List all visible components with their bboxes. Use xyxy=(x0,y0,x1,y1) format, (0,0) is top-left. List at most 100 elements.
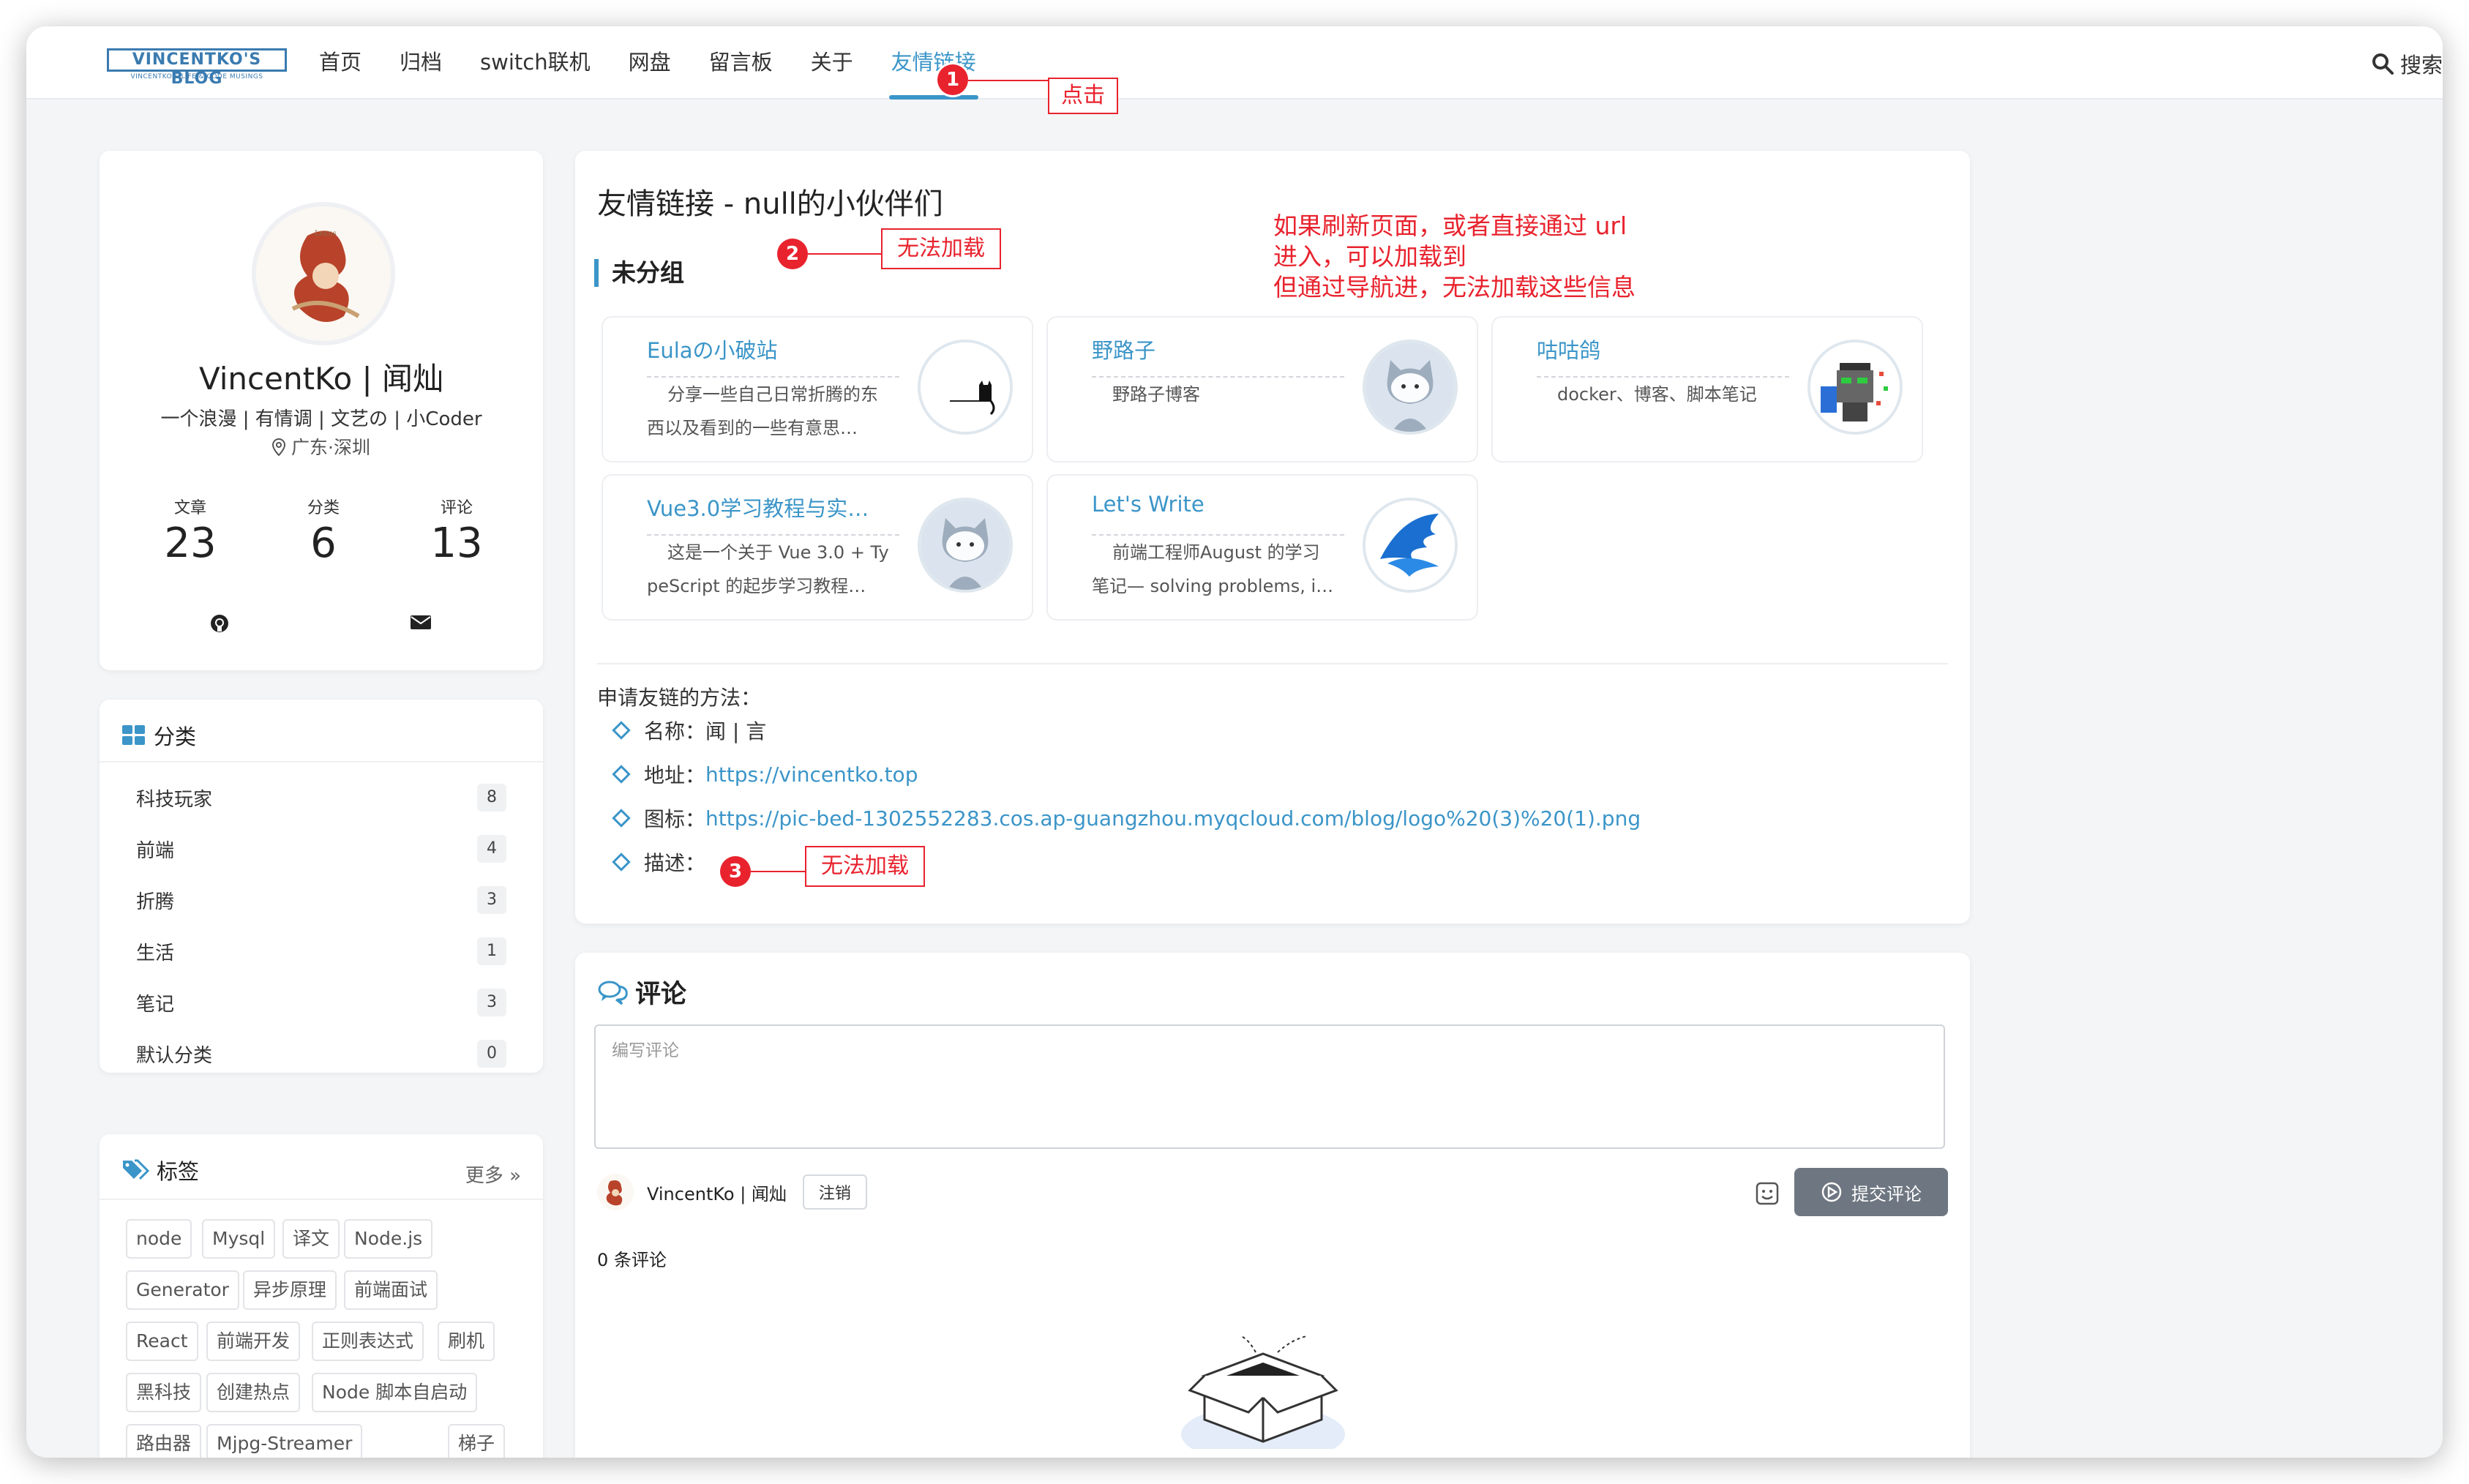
friend-desc-line1: 前端工程师August 的学习 xyxy=(1112,542,1320,563)
blog-logo[interactable]: VINCENTKO'S BLOG VINCENTKO'S LIFE & CODE… xyxy=(107,48,287,88)
stat-comments-label: 评论 xyxy=(440,499,473,517)
comment-textarea[interactable]: 编写评论 xyxy=(594,1024,1945,1149)
category-label: 笔记 xyxy=(136,993,175,1016)
category-item[interactable]: 科技玩家 8 xyxy=(136,783,506,812)
apply-value: 闻 | 言 xyxy=(705,719,767,743)
tag-chip[interactable]: Mysql xyxy=(202,1219,276,1259)
comments-card: 评论 编写评论 VincentKo | 闻灿 注销 提交评论 0 条评论 xyxy=(575,953,1970,1458)
friend-avatar xyxy=(918,498,1013,593)
friend-desc-line1: 这是一个关于 Vue 3.0 + Ty xyxy=(667,542,889,563)
tag-chip[interactable]: 黑科技 xyxy=(126,1373,202,1412)
category-count: 8 xyxy=(477,784,506,812)
profile-avatar[interactable]: Lexus xyxy=(252,202,395,345)
category-label: 生活 xyxy=(136,942,175,964)
friend-name: Eulaの小破站 xyxy=(647,338,778,363)
annotation-note-line2: 进入，可以加载到 xyxy=(1273,242,1466,271)
stat-articles[interactable]: 文章 23 xyxy=(132,495,249,567)
friend-card-yeluzi[interactable]: 野路子 野路子博客 xyxy=(1046,316,1478,462)
friend-card-eula[interactable]: Eulaの小破站 分享一些自己日常折腾的东 西以及看到的一些有意思… xyxy=(602,316,1033,462)
submit-comment-button[interactable]: 提交评论 xyxy=(1794,1168,1948,1216)
friend-desc-line1: 分享一些自己日常折腾的东 xyxy=(667,384,878,405)
friend-card-gugu[interactable]: 咕咕鸽 docker、博客、脚本笔记 xyxy=(1491,316,1923,462)
stat-comments-value: 13 xyxy=(430,520,483,567)
stat-articles-value: 23 xyxy=(164,520,217,567)
category-item[interactable]: 笔记 3 xyxy=(136,988,506,1017)
emoji-icon xyxy=(1756,1182,1779,1205)
apply-label: 描述： xyxy=(644,851,706,875)
annotation-cannot-load-2: 无法加载 xyxy=(881,228,1001,269)
apply-icon-link[interactable]: https://pic-bed-1302552283.cos.ap-guangz… xyxy=(705,806,1641,831)
category-item[interactable]: 生活 1 xyxy=(136,937,506,966)
tag-chip[interactable]: 前端开发 xyxy=(206,1322,301,1361)
category-label: 折腾 xyxy=(136,891,175,913)
diamond-bullet-icon xyxy=(612,852,631,872)
logo-subtext: VINCENTKO'S LIFE & CODE MUSINGS xyxy=(130,73,263,80)
email-link[interactable] xyxy=(410,613,432,634)
location-text: 广东·深圳 xyxy=(291,437,370,458)
tags-more-link[interactable]: 更多 » xyxy=(465,1161,521,1188)
tag-chip[interactable]: 译文 xyxy=(282,1219,340,1259)
friend-avatar xyxy=(918,340,1013,435)
annotation-cannot-load-3: 无法加载 xyxy=(805,846,925,887)
tag-chip[interactable]: Node 脚本自启动 xyxy=(312,1373,478,1412)
stat-comments[interactable]: 评论 13 xyxy=(398,495,515,567)
submit-comment-label: 提交评论 xyxy=(1851,1183,1922,1204)
annotation-note-line1: 如果刷新页面，或者直接通过 url xyxy=(1273,211,1627,240)
group-title: 未分组 xyxy=(594,259,684,287)
tag-chip[interactable]: 创建热点 xyxy=(206,1373,301,1412)
stat-categories[interactable]: 分类 6 xyxy=(265,495,382,567)
profile-name: VincentKo | 闻灿 xyxy=(198,361,444,397)
octocat-avatar-icon xyxy=(921,501,1010,590)
tag-chip[interactable]: Generator xyxy=(126,1270,239,1310)
nav-switch[interactable]: switch联机 xyxy=(480,26,591,100)
tag-chip[interactable]: 正则表达式 xyxy=(312,1322,424,1361)
tag-chip[interactable]: 异步原理 xyxy=(243,1270,337,1310)
category-label: 默认分类 xyxy=(136,1044,213,1067)
category-item[interactable]: 默认分类 0 xyxy=(136,1039,506,1068)
comments-title: 评论 xyxy=(597,973,686,1011)
friend-avatar xyxy=(1363,498,1458,593)
category-label: 前端 xyxy=(136,839,175,862)
nav-archive[interactable]: 归档 xyxy=(400,26,442,100)
top-nav-bar: VINCENTKO'S BLOG VINCENTKO'S LIFE & CODE… xyxy=(26,26,2443,100)
friend-name: 咕咕鸽 xyxy=(1537,338,1601,363)
tag-chip[interactable]: 前端面试 xyxy=(344,1270,438,1310)
search-button[interactable]: 搜索 xyxy=(2371,48,2443,79)
category-item[interactable]: 折腾 3 xyxy=(136,885,506,915)
comment-username: VincentKo | 闻灿 xyxy=(647,1183,787,1204)
diamond-bullet-icon xyxy=(612,721,631,740)
category-count: 3 xyxy=(477,886,506,914)
category-divider xyxy=(100,761,543,762)
tag-chip[interactable]: Node.js xyxy=(344,1219,433,1259)
nav-about[interactable]: 关于 xyxy=(811,26,853,100)
friend-description: 野路子博客 xyxy=(1092,376,1344,411)
comments-icon xyxy=(598,981,628,1005)
emoji-button[interactable] xyxy=(1755,1181,1780,1209)
category-item[interactable]: 前端 4 xyxy=(136,834,506,863)
nav-guestbook[interactable]: 留言板 xyxy=(709,26,773,100)
category-count: 4 xyxy=(477,835,506,863)
logout-button[interactable]: 注销 xyxy=(802,1174,867,1210)
apply-row-description: 描述： xyxy=(612,847,706,877)
search-label: 搜索 xyxy=(2399,53,2443,78)
tag-chip[interactable]: 路由器 xyxy=(126,1424,202,1458)
tag-chip[interactable]: 梯子 xyxy=(448,1424,506,1458)
apply-address-link[interactable]: https://vincentko.top xyxy=(705,762,918,787)
apply-label: 图标： xyxy=(644,807,706,831)
friend-card-letswrite[interactable]: Let's Write 前端工程师August 的学习 笔记— solving … xyxy=(1046,474,1478,621)
tag-chip[interactable]: 刷机 xyxy=(438,1322,495,1361)
tags-more-label: 更多 xyxy=(465,1165,503,1187)
github-link[interactable] xyxy=(209,613,230,637)
friend-card-vue3[interactable]: Vue3.0学习教程与实… 这是一个关于 Vue 3.0 + Ty peScri… xyxy=(602,474,1033,621)
tag-chip[interactable]: React xyxy=(126,1322,198,1361)
stat-categories-label: 分类 xyxy=(307,499,340,517)
blue-bird-avatar-icon xyxy=(1365,501,1455,590)
profile-card: Lexus VincentKo | 闻灿 一个浪漫 | 有情调 | 文艺の | … xyxy=(100,151,543,670)
apply-label: 名称： xyxy=(644,719,706,743)
tag-chip[interactable]: node xyxy=(126,1219,192,1259)
friend-name: Let's Write xyxy=(1092,492,1204,517)
tag-chip[interactable]: Mjpg-Streamer xyxy=(206,1424,363,1458)
nav-netdisk[interactable]: 网盘 xyxy=(629,26,671,100)
nav-home[interactable]: 首页 xyxy=(319,26,361,100)
category-count: 1 xyxy=(477,937,506,965)
